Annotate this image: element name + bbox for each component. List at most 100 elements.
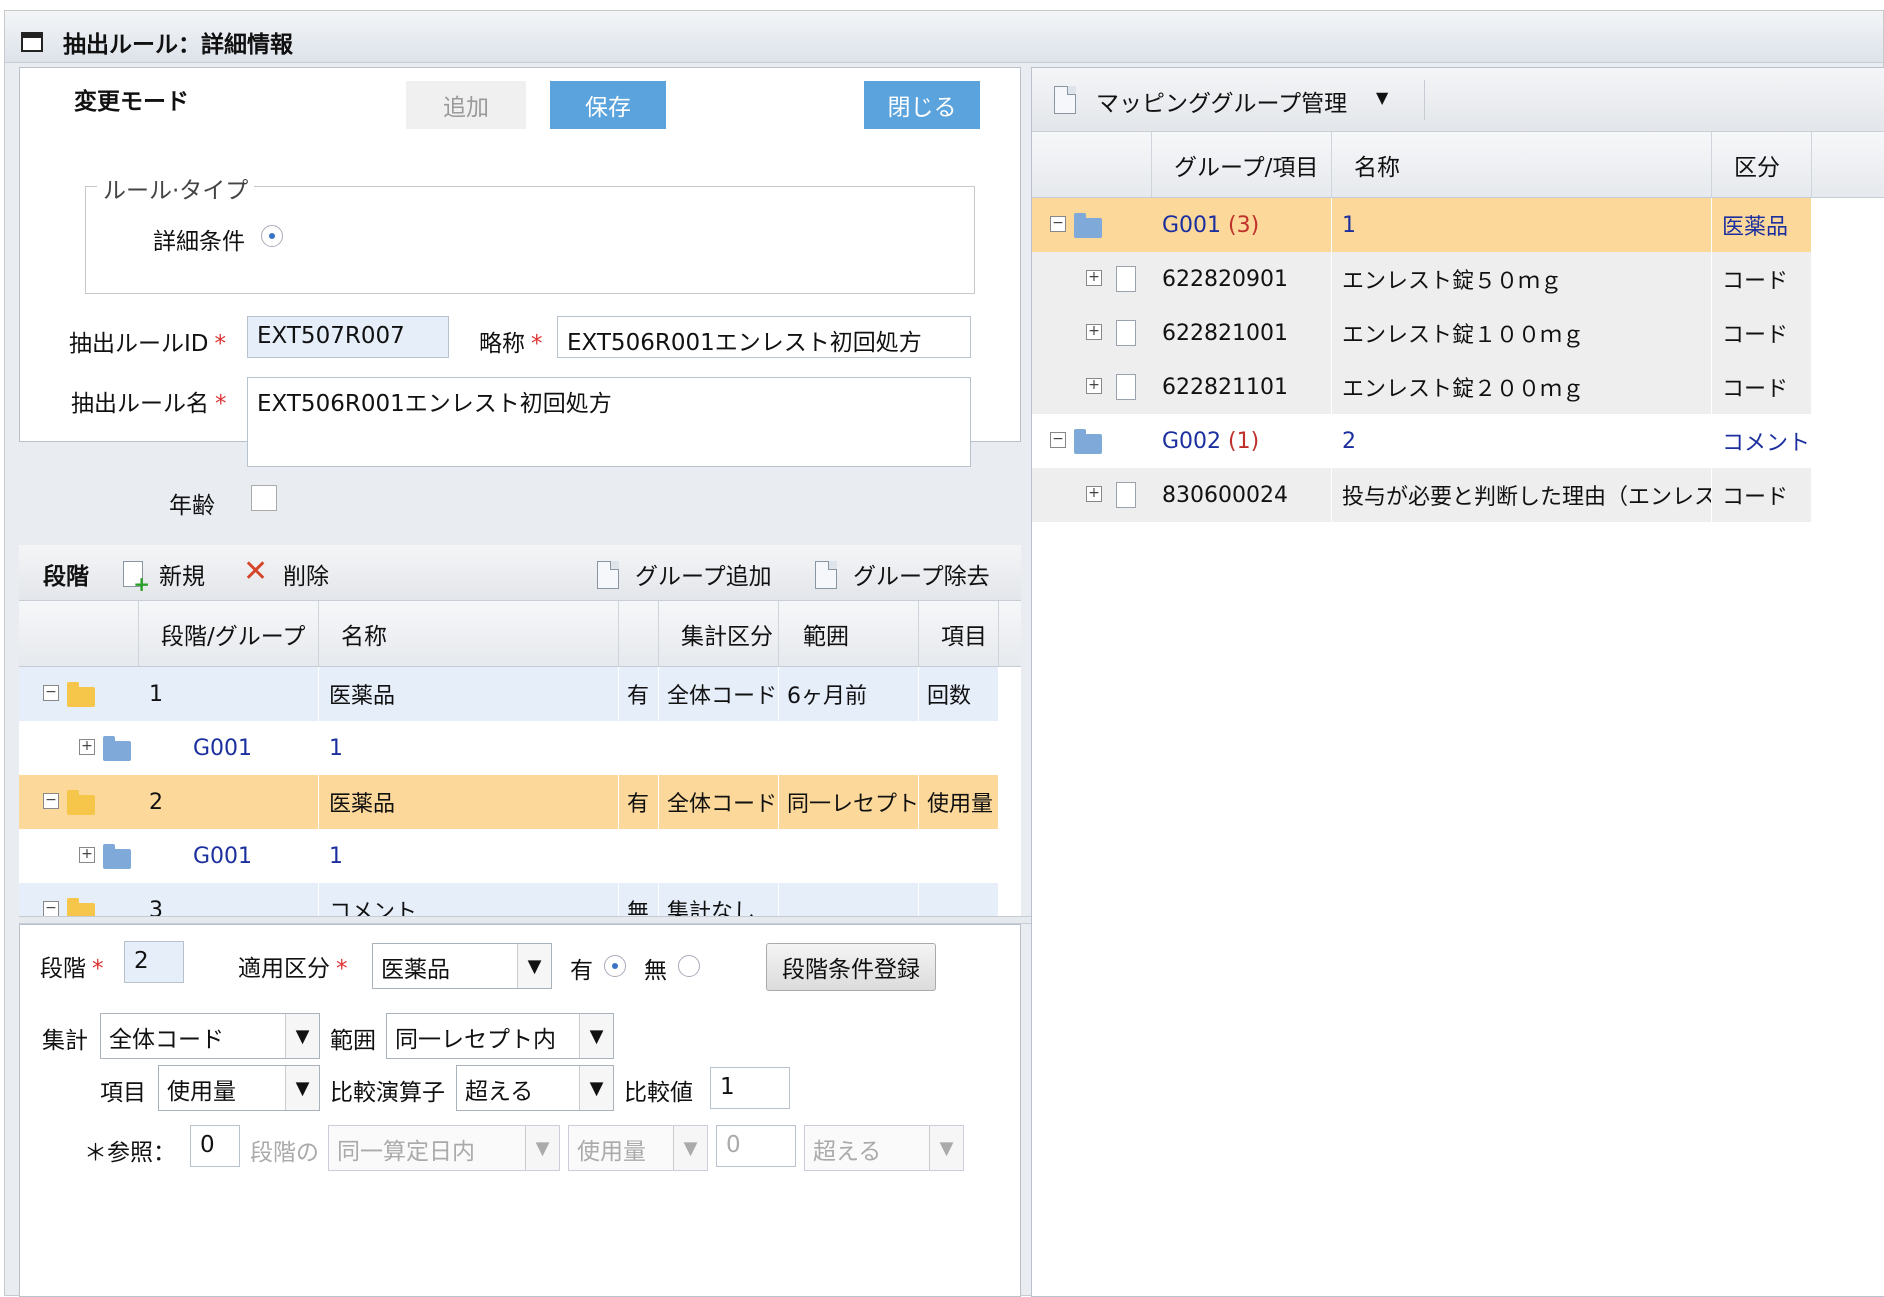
collapse-toggle[interactable]: − [43, 685, 59, 701]
mapping-group-row[interactable]: − G002 (1) 2 コメント [1032, 414, 1812, 468]
required-mark: * [215, 391, 227, 417]
group-row[interactable]: + G001 1 [19, 829, 999, 883]
stage-agg: 全体コード [659, 775, 779, 829]
document-icon [1116, 482, 1136, 508]
collapse-toggle[interactable]: − [43, 793, 59, 809]
expand-toggle[interactable]: + [1086, 270, 1102, 286]
reference-stage-label: 段階の [250, 1140, 319, 1166]
expand-toggle[interactable]: + [1086, 378, 1102, 394]
header-flag[interactable] [619, 601, 659, 666]
no-label: 無 [644, 958, 667, 984]
collapse-toggle[interactable]: − [1050, 432, 1066, 448]
reference-item-select[interactable]: 使用量 ▼ [568, 1125, 708, 1171]
header-stage-group[interactable]: 段階/グループ [139, 601, 319, 666]
stage-number: 2 [139, 775, 319, 829]
group-add-icon [597, 561, 619, 589]
register-stage-button[interactable]: 段階条件登録 [766, 943, 936, 991]
age-checkbox[interactable] [251, 485, 277, 511]
collapse-toggle[interactable]: − [43, 901, 59, 916]
group-add-button[interactable]: グループ追加 [591, 553, 791, 593]
detail-condition-radio[interactable] [261, 225, 283, 247]
reference-compare-input[interactable]: 0 [716, 1125, 796, 1167]
short-name-label: 略称 * [479, 324, 543, 358]
reference-range-select[interactable]: 同一算定日内 ▼ [328, 1125, 560, 1171]
stage-row[interactable]: − 1 医薬品 有 全体コード 6ヶ月前 回数 [19, 667, 999, 721]
mapping-item-row[interactable]: + 622820901 エンレスト錠５０ｍｇ コード [1032, 252, 1812, 306]
operator-select[interactable]: 超える ▼ [456, 1065, 614, 1111]
short-name-label-text: 略称 [479, 331, 525, 357]
folder-icon [103, 844, 131, 869]
mapping-group-row-selected[interactable]: − G001 (3) 1 医薬品 [1032, 198, 1812, 252]
collapse-toggle[interactable]: − [1050, 216, 1066, 232]
reference-operator-select[interactable]: 超える ▼ [804, 1125, 964, 1171]
item-code: 830600024 [1152, 468, 1332, 522]
stage-name: コメント [319, 883, 619, 916]
mapping-item-row[interactable]: + 622821001 エンレスト錠１００ｍｇ コード [1032, 306, 1812, 360]
header-name[interactable]: 名称 [1332, 132, 1712, 197]
header-item[interactable]: 項目 [919, 601, 999, 666]
stage-input[interactable]: 2 [124, 941, 184, 983]
no-radio[interactable] [678, 955, 700, 977]
panel-splitter[interactable] [19, 916, 1035, 924]
header-name[interactable]: 名称 [319, 601, 619, 666]
stage-row[interactable]: − 3 コメント 無 集計なし [19, 883, 999, 916]
folder-icon [67, 790, 95, 815]
group-code-text: G001 [1162, 212, 1222, 238]
stage-label-text: 段階 [40, 956, 86, 982]
rule-id-field[interactable]: EXT507R007 [247, 316, 449, 358]
mapping-menu-button[interactable]: マッピンググループ管理 ▼ [1054, 76, 1414, 124]
expand-toggle[interactable]: + [79, 847, 95, 863]
stage-label: 段階 * [40, 949, 104, 983]
agg-select[interactable]: 全体コード ▼ [100, 1013, 320, 1059]
item-select[interactable]: 使用量 ▼ [158, 1065, 320, 1111]
stage-name: 医薬品 [319, 775, 619, 829]
header-kind[interactable]: 区分 [1712, 132, 1812, 197]
reference-stage-input[interactable]: 0 [190, 1125, 240, 1167]
folder-icon [67, 898, 95, 916]
header-group-item[interactable]: グループ/項目 [1152, 132, 1332, 197]
item-name: 投与が必要と判断した理由（エンレス [1332, 468, 1712, 522]
header-agg[interactable]: 集計区分 [659, 601, 779, 666]
expand-toggle[interactable]: + [1086, 486, 1102, 502]
stage-flag: 有 [619, 667, 659, 721]
compare-value-label: 比較値 [624, 1080, 693, 1106]
chevron-down-icon: ▼ [673, 1126, 707, 1170]
stage-toolbar: 段階 新規 ✕ 削除 グループ追加 グループ除去 [19, 545, 1021, 601]
expand-toggle[interactable]: + [79, 739, 95, 755]
chevron-down-icon: ▼ [579, 1066, 613, 1110]
close-button[interactable]: 閉じる [864, 81, 980, 129]
group-remove-button[interactable]: グループ除去 [809, 553, 1009, 593]
add-button[interactable]: 追加 [406, 81, 526, 129]
item-kind: コード [1712, 360, 1812, 414]
yes-radio[interactable] [604, 955, 626, 977]
short-name-field[interactable]: EXT506R001エンレスト初回処方 [557, 316, 971, 358]
stage-flag: 無 [619, 883, 659, 916]
save-button[interactable]: 保存 [550, 81, 666, 129]
stage-row-selected[interactable]: − 2 医薬品 有 全体コード 同一レセプト 使用量 [19, 775, 999, 829]
item-name: エンレスト錠５０ｍｇ [1332, 252, 1712, 306]
reference-operator-value: 超える [813, 1139, 882, 1165]
stage-number: 1 [139, 667, 319, 721]
item-code: 622821101 [1152, 360, 1332, 414]
mapping-item-row[interactable]: + 622821101 エンレスト錠２００ｍｇ コード [1032, 360, 1812, 414]
header-range[interactable]: 範囲 [779, 601, 919, 666]
group-name: 1 [1332, 198, 1712, 252]
group-row[interactable]: + G001 1 [19, 721, 999, 775]
stage-item [919, 883, 999, 916]
range-select-value: 同一レセプト内 [395, 1027, 556, 1053]
document-icon [1116, 320, 1136, 346]
apply-select[interactable]: 医薬品 ▼ [372, 943, 552, 989]
mapping-toolbar: マッピンググループ管理 ▼ [1032, 68, 1884, 132]
new-stage-button[interactable]: 新規 [117, 553, 229, 596]
range-select[interactable]: 同一レセプト内 ▼ [386, 1013, 614, 1059]
group-code-text: G002 [1162, 428, 1222, 454]
rule-name-field[interactable]: EXT506R001エンレスト初回処方 [247, 377, 971, 467]
rule-id-label-text: 抽出ルールID [69, 331, 209, 357]
delete-stage-button[interactable]: ✕ 削除 [237, 553, 347, 593]
mapping-item-row[interactable]: + 830600024 投与が必要と判断した理由（エンレス コード [1032, 468, 1812, 522]
compare-value-input[interactable]: 1 [710, 1067, 790, 1109]
rule-name-label-text: 抽出ルール名 [71, 391, 209, 417]
delete-stage-label: 削除 [283, 564, 329, 590]
item-code: 622821001 [1152, 306, 1332, 360]
expand-toggle[interactable]: + [1086, 324, 1102, 340]
